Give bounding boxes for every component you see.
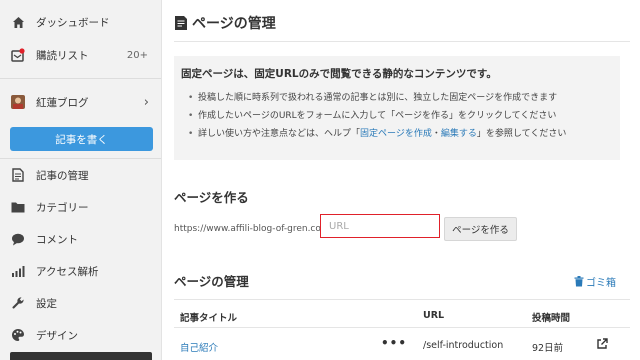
comment-icon (11, 232, 25, 246)
table-top-rule (174, 299, 630, 300)
column-header-title: 記事タイトル (180, 313, 238, 324)
sidebar-item-design[interactable]: デザイン (0, 320, 161, 350)
info-item: 作成したいページのURLをフォームに入力して「ページを作る」をクリックしてくださ… (188, 109, 566, 127)
url-prefix: https://www.affili-blog-of-gren.com/ (174, 224, 333, 234)
sidebar-item-label: 設定 (36, 297, 57, 310)
sidebar-item-categories[interactable]: カテゴリー (0, 192, 161, 222)
sidebar-item-label: アクセス解析 (36, 265, 99, 278)
sidebar-divider (0, 158, 161, 159)
wrench-icon (11, 296, 25, 310)
info-text: 」を参照してください (476, 129, 567, 139)
sidebar-item-label: コメント (36, 233, 78, 246)
info-box: 固定ページは、固定URLのみで閲覧できる静的なコンテンツです。 投稿した順に時系… (174, 56, 620, 160)
sidebar-next-item[interactable] (10, 352, 152, 360)
url-input[interactable] (320, 214, 440, 238)
info-item: 投稿した順に時系列で扱われる通常の記事とは別に、独立した固定ページを作成できます (188, 91, 566, 109)
sidebar: ダッシュボード 購読リスト 20+ 紅蓮ブログ › 記事を書く 記事の管理 カテ… (0, 0, 162, 360)
external-link-icon[interactable] (596, 338, 608, 350)
document-icon (11, 168, 25, 182)
row-menu-button[interactable]: ••• (381, 336, 407, 350)
title-divider (174, 41, 630, 42)
palette-icon (11, 328, 25, 342)
analytics-icon (11, 264, 25, 278)
page-title: ページの管理 (174, 13, 276, 33)
sidebar-item-settings[interactable]: 設定 (0, 288, 161, 318)
sidebar-item-label: 購読リスト (36, 49, 89, 62)
column-header-url: URL (423, 310, 445, 321)
sidebar-item-comments[interactable]: コメント (0, 224, 161, 254)
write-article-button[interactable]: 記事を書く (10, 127, 153, 151)
help-link-create[interactable]: 固定ページを作成 (360, 129, 432, 139)
info-list: 投稿した順に時系列で扱われる通常の記事とは別に、独立した固定ページを作成できます… (188, 91, 566, 145)
table-header-rule (174, 327, 630, 328)
sidebar-item-label: 紅蓮ブログ (36, 96, 89, 109)
sidebar-item-label: カテゴリー (36, 201, 89, 214)
home-icon (11, 15, 25, 29)
trash-icon (574, 276, 584, 287)
info-item: 詳しい使い方や注意点などは、ヘルプ「固定ページを作成・編集する」を参照してくださ… (188, 127, 566, 145)
sidebar-item-dashboard[interactable]: ダッシュボード (0, 7, 161, 37)
help-link-edit[interactable]: 編集する (441, 129, 477, 139)
sidebar-divider (0, 78, 161, 79)
sidebar-item-label: ダッシュボード (36, 16, 110, 29)
sidebar-item-articles[interactable]: 記事の管理 (0, 160, 161, 190)
info-text: 詳しい使い方や注意点などは、ヘルプ「 (198, 129, 361, 139)
column-header-time: 投稿時間 (532, 313, 571, 324)
manage-section-title: ページの管理 (174, 274, 249, 289)
sidebar-item-subscriptions[interactable]: 購読リスト 20+ (0, 40, 161, 70)
sidebar-item-analytics[interactable]: アクセス解析 (0, 256, 161, 286)
info-separator: ・ (431, 129, 441, 139)
blog-avatar (11, 95, 25, 109)
page-icon (175, 16, 187, 30)
page-title-link[interactable]: 自己紹介 (180, 340, 218, 354)
info-heading: 固定ページは、固定URLのみで閲覧できる静的なコンテンツです。 (181, 68, 497, 80)
chevron-right-icon: › (143, 94, 149, 110)
sidebar-item-blog[interactable]: 紅蓮ブログ › (0, 87, 161, 117)
page-url: /self-introduction (423, 340, 504, 351)
main-content: ページの管理 固定ページは、固定URLのみで閲覧できる静的なコンテンツです。 投… (163, 0, 640, 360)
trash-label: ゴミ箱 (586, 278, 616, 289)
page-title-text: ページの管理 (192, 16, 276, 32)
subscription-count-badge: 20+ (126, 49, 148, 61)
subscription-icon (11, 48, 25, 62)
sidebar-item-label: 記事の管理 (36, 169, 89, 182)
page-time: 92日前 (532, 343, 564, 354)
create-page-button[interactable]: ページを作る (444, 217, 517, 241)
trash-link[interactable]: ゴミ箱 (574, 274, 616, 289)
sidebar-item-label: デザイン (36, 329, 78, 342)
folder-icon (11, 200, 25, 214)
create-section-title: ページを作る (174, 190, 249, 205)
app-window: ダッシュボード 購読リスト 20+ 紅蓮ブログ › 記事を書く 記事の管理 カテ… (0, 0, 640, 360)
